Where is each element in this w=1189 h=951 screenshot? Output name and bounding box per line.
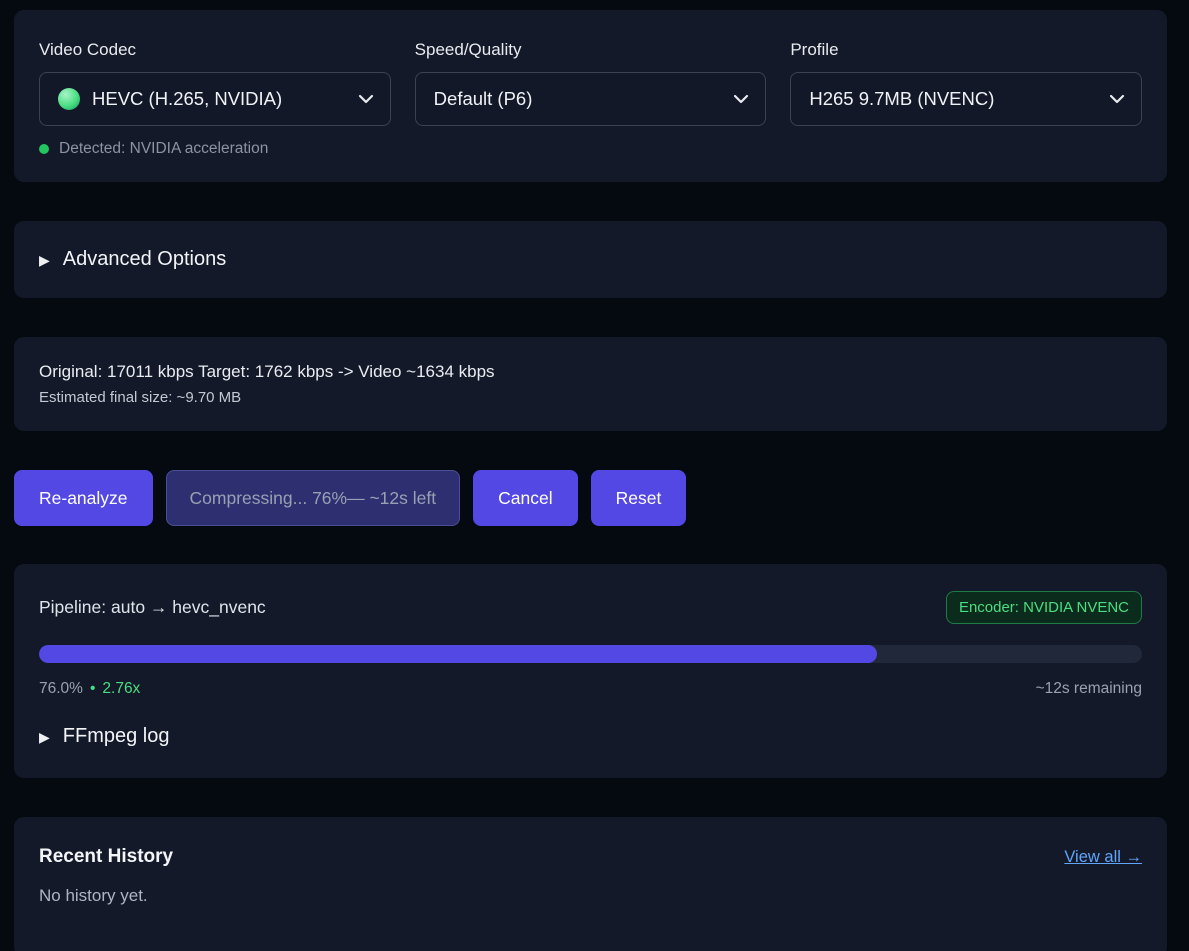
video-codec-field: Video Codec HEVC (H.265, NVIDIA) Detecte… [39, 40, 391, 158]
video-codec-select[interactable]: HEVC (H.265, NVIDIA) [39, 72, 391, 126]
video-codec-value-wrap: HEVC (H.265, NVIDIA) [58, 88, 282, 110]
advanced-options-card: ▶ Advanced Options [14, 221, 1167, 298]
detected-status-row: Detected: NVIDIA acceleration [39, 140, 391, 158]
speed-quality-value-wrap: Default (P6) [434, 88, 533, 110]
history-title: Recent History [39, 846, 173, 868]
time-remaining-text: ~12s remaining [1036, 680, 1142, 698]
speed-quality-label: Speed/Quality [415, 40, 767, 60]
progress-fill [39, 645, 877, 663]
controls-row: Video Codec HEVC (H.265, NVIDIA) Detecte… [39, 40, 1142, 158]
cancel-button[interactable]: Cancel [473, 470, 577, 526]
profile-value-wrap: H265 9.7MB (NVENC) [809, 88, 994, 110]
pipeline-header: Pipeline: auto → hevc_nvenc Encoder: NVI… [39, 591, 1142, 624]
chevron-down-icon [733, 94, 749, 104]
caret-right-icon: ▶ [39, 253, 50, 267]
compressor-page: Video Codec HEVC (H.265, NVIDIA) Detecte… [0, 0, 1189, 951]
progress-stats-row: 76.0% • 2.76x ~12s remaining [39, 680, 1142, 698]
reanalyze-button[interactable]: Re-analyze [14, 470, 153, 526]
advanced-options-label: Advanced Options [63, 248, 226, 271]
green-status-dot-icon [39, 144, 49, 154]
history-header: Recent History View all → [39, 846, 1142, 868]
ffmpeg-log-toggle[interactable]: ▶ FFmpeg log [39, 725, 1142, 748]
detected-status-text: Detected: NVIDIA acceleration [59, 140, 268, 158]
bullet-separator: • [90, 680, 95, 698]
profile-select[interactable]: H265 9.7MB (NVENC) [790, 72, 1142, 126]
view-all-link[interactable]: View all → [1064, 848, 1142, 867]
recent-history-card: Recent History View all → No history yet… [14, 817, 1167, 951]
progress-bar [39, 645, 1142, 663]
chevron-down-icon [1109, 94, 1125, 104]
speed-quality-value: Default (P6) [434, 88, 533, 110]
pipeline-card: Pipeline: auto → hevc_nvenc Encoder: NVI… [14, 564, 1167, 778]
encoder-badge: Encoder: NVIDIA NVENC [946, 591, 1142, 624]
profile-label: Profile [790, 40, 1142, 60]
advanced-options-toggle[interactable]: ▶ Advanced Options [39, 248, 1142, 271]
speed-quality-select[interactable]: Default (P6) [415, 72, 767, 126]
history-empty-text: No history yet. [39, 886, 1142, 906]
green-circle-icon [58, 88, 80, 110]
ffmpeg-log-label: FFmpeg log [63, 725, 170, 748]
encode-speed-text: 2.76x [102, 680, 140, 698]
compressing-status-button[interactable]: Compressing... 76%— ~12s left [166, 470, 461, 526]
estimated-size-text: Estimated final size: ~9.70 MB [39, 389, 1142, 406]
actions-row: Re-analyze Compressing... 76%— ~12s left… [14, 470, 1167, 526]
estimate-card: Original: 17011 kbps Target: 1762 kbps -… [14, 337, 1167, 431]
progress-percent-text: 76.0% [39, 680, 83, 698]
pipeline-title: Pipeline: auto → hevc_nvenc [39, 597, 266, 618]
chevron-down-icon [358, 94, 374, 104]
caret-right-icon: ▶ [39, 730, 50, 744]
speed-quality-field: Speed/Quality Default (P6) [415, 40, 767, 158]
profile-field: Profile H265 9.7MB (NVENC) [790, 40, 1142, 158]
bitrate-summary-text: Original: 17011 kbps Target: 1762 kbps -… [39, 362, 1142, 382]
reset-button[interactable]: Reset [591, 470, 687, 526]
profile-value: H265 9.7MB (NVENC) [809, 88, 994, 110]
codec-settings-card: Video Codec HEVC (H.265, NVIDIA) Detecte… [14, 10, 1167, 182]
progress-stats-left: 76.0% • 2.76x [39, 680, 140, 698]
video-codec-label: Video Codec [39, 40, 391, 60]
video-codec-value: HEVC (H.265, NVIDIA) [92, 88, 282, 110]
